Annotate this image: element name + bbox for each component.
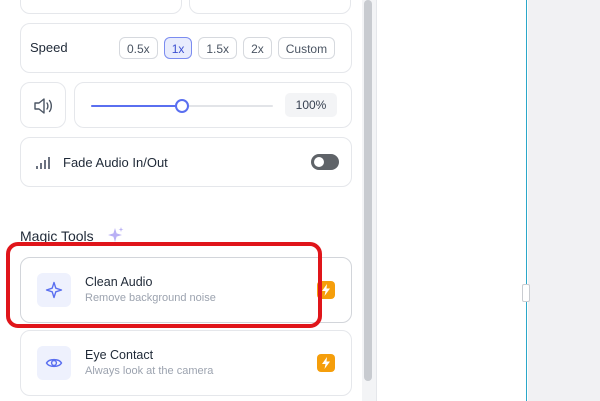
tool-icon-box <box>37 346 71 380</box>
lightning-icon <box>322 284 330 296</box>
speed-row: Speed 0.5x 1x 1.5x 2x Custom <box>20 23 352 73</box>
signal-bars-icon <box>36 156 50 174</box>
tool-title: Eye Contact <box>85 348 154 362</box>
speed-option-0-5x[interactable]: 0.5x <box>119 37 158 59</box>
volume-slider-handle[interactable] <box>175 99 189 113</box>
speed-option-1-5x[interactable]: 1.5x <box>198 37 238 59</box>
tool-description: Always look at the camera <box>85 365 214 377</box>
toggle-knob <box>314 157 324 167</box>
speed-option-custom[interactable]: Custom <box>277 37 336 59</box>
top-card-right[interactable] <box>189 0 351 14</box>
tool-eye-contact[interactable]: Eye Contact Always look at the camera <box>20 330 352 396</box>
lightning-icon <box>322 357 330 369</box>
eye-icon <box>45 358 63 368</box>
volume-value[interactable]: 100% <box>285 93 337 117</box>
speed-option-2x[interactable]: 2x <box>243 37 272 59</box>
speed-options: 0.5x 1x 1.5x 2x Custom <box>119 37 336 59</box>
canvas-background <box>528 0 600 401</box>
highlight-annotation <box>6 242 322 328</box>
fade-audio-label: Fade Audio In/Out <box>63 155 168 170</box>
top-card-left[interactable] <box>20 0 182 14</box>
canvas-boundary <box>526 0 527 401</box>
speaker-icon <box>33 96 55 121</box>
settings-panel: Speed 0.5x 1x 1.5x 2x Custom 100% Fade A… <box>0 0 362 401</box>
panel-scrollbar-thumb[interactable] <box>364 0 372 381</box>
fade-audio-toggle[interactable] <box>311 154 339 170</box>
fade-audio-row: Fade Audio In/Out <box>20 137 352 187</box>
volume-control: 100% <box>74 82 352 128</box>
premium-badge <box>317 354 335 372</box>
speed-option-1x[interactable]: 1x <box>163 37 193 59</box>
volume-slider-fill <box>91 105 182 107</box>
speed-label: Speed <box>30 40 68 55</box>
mute-button[interactable] <box>20 82 66 128</box>
resize-handle[interactable] <box>522 284 530 302</box>
